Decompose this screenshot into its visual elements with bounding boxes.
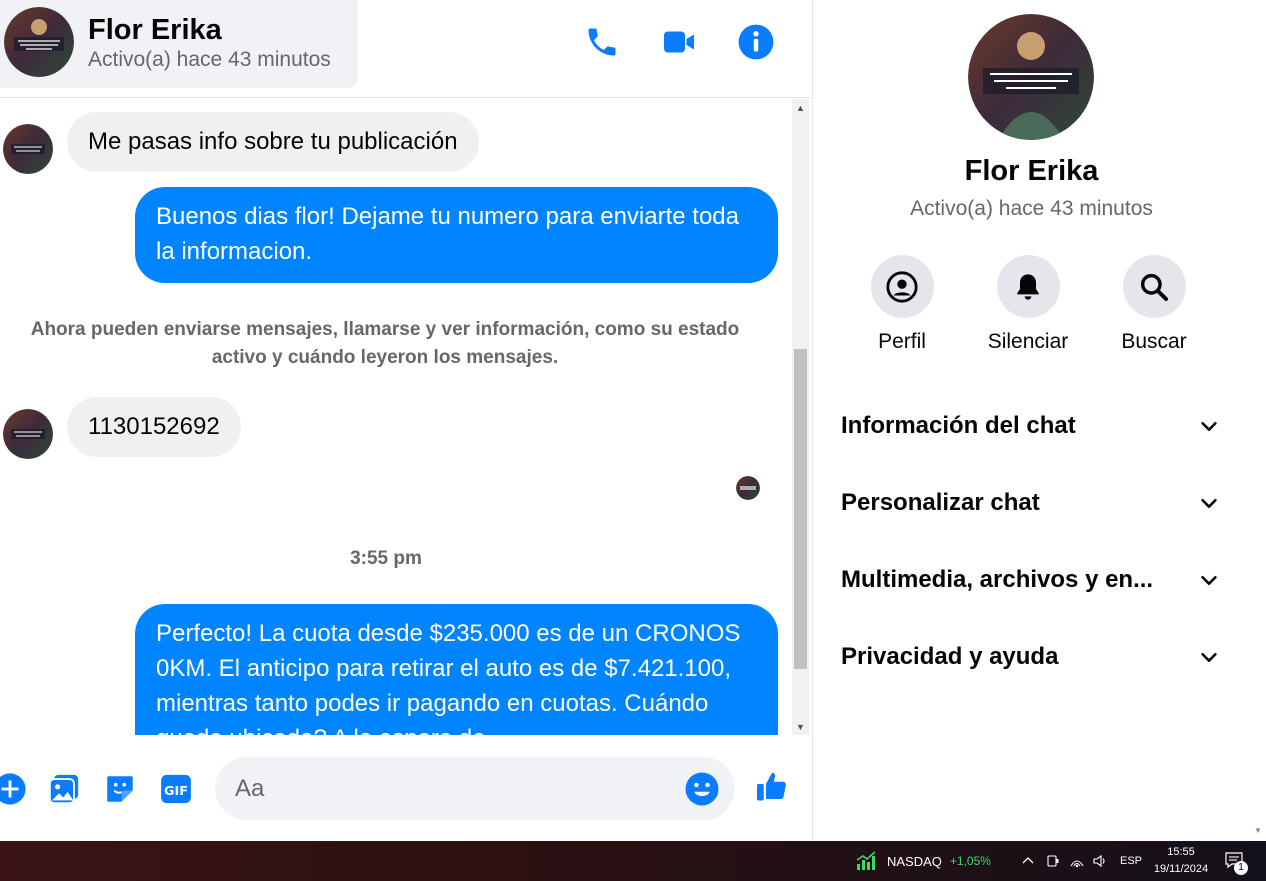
- read-receipt-avatar: [736, 476, 760, 500]
- scroll-down-arrow[interactable]: ▼: [792, 718, 809, 735]
- scroll-thumb[interactable]: [794, 349, 807, 669]
- contact-status: Activo(a) hace 43 minutos: [88, 48, 331, 71]
- chat-info-section[interactable]: Información del chat: [841, 402, 1221, 450]
- stock-name: NASDAQ: [887, 853, 942, 869]
- incoming-message[interactable]: Me pasas info sobre tu publicación: [67, 112, 479, 172]
- clock-time: 15:55: [1167, 846, 1195, 858]
- profile-icon: [886, 270, 918, 303]
- taskbar: NASDAQ +1,05% ESP 15:55 19/11/2024 1: [0, 841, 1266, 881]
- panel-scrollbar[interactable]: [1250, 0, 1266, 841]
- contact-avatar: [4, 7, 74, 77]
- section-label: Multimedia, archivos y en...: [841, 566, 1154, 593]
- clock-date: 19/11/2024: [1153, 863, 1209, 875]
- message-input[interactable]: [215, 757, 735, 820]
- video-icon[interactable]: [659, 22, 699, 62]
- chevron-down-icon: [1197, 414, 1221, 438]
- section-label: Información del chat: [841, 412, 1076, 439]
- bell-icon: [1017, 273, 1039, 300]
- chevron-down-icon: [1197, 645, 1221, 669]
- message-list[interactable]: Me pasas info sobre tu publicación Bueno…: [0, 99, 792, 735]
- incoming-message[interactable]: 1130152692: [67, 397, 241, 457]
- mute-label: Silenciar: [987, 330, 1069, 353]
- outgoing-message[interactable]: Perfecto! La cuota desde $235.000 es de …: [135, 604, 778, 735]
- stock-change: +1,05%: [949, 854, 991, 868]
- profile-name: Flor Erika: [964, 155, 1099, 187]
- scroll-up-arrow[interactable]: ▲: [792, 99, 809, 116]
- chevron-down-icon: [1197, 568, 1221, 592]
- phone-icon[interactable]: [582, 22, 622, 62]
- emoji-icon[interactable]: [684, 771, 720, 807]
- image-icon[interactable]: [46, 771, 82, 807]
- message-composer: GIF: [0, 735, 812, 841]
- section-label: Personalizar chat: [841, 489, 1040, 516]
- like-icon[interactable]: [754, 769, 790, 805]
- customize-chat-section[interactable]: Personalizar chat: [841, 479, 1221, 527]
- chat-header: Flor Erika Activo(a) hace 43 minutos: [0, 0, 812, 98]
- contact-avatar-small: [3, 409, 53, 459]
- panel-scroll-down-arrow[interactable]: ▼: [1254, 826, 1262, 835]
- notification-center[interactable]: 1: [1224, 841, 1248, 881]
- mute-button[interactable]: Silenciar: [973, 255, 1083, 354]
- meeting-icon[interactable]: [1045, 841, 1061, 881]
- search-icon: [1140, 273, 1168, 301]
- language-indicator[interactable]: ESP: [1120, 841, 1142, 881]
- contact-profile-picture: [968, 14, 1094, 140]
- info-icon[interactable]: [736, 22, 776, 62]
- contact-avatar-small: [3, 124, 53, 174]
- network-icon[interactable]: [1069, 841, 1085, 881]
- conversation-info-panel: Flor Erika Activo(a) hace 43 minutos Per…: [813, 0, 1250, 841]
- stock-widget[interactable]: NASDAQ +1,05%: [855, 841, 991, 881]
- sticker-icon[interactable]: [102, 771, 138, 807]
- message-timestamp: 3:55 pm: [350, 548, 422, 569]
- gif-icon[interactable]: GIF: [158, 771, 194, 807]
- stock-chart-icon: [856, 851, 876, 870]
- contact-card[interactable]: Flor Erika Activo(a) hace 43 minutos: [0, 0, 358, 88]
- media-files-section[interactable]: Multimedia, archivos y en...: [841, 556, 1221, 604]
- chevron-down-icon: [1197, 491, 1221, 515]
- profile-status: Activo(a) hace 43 minutos: [910, 197, 1153, 220]
- section-label: Privacidad y ayuda: [841, 643, 1059, 670]
- messages-scrollbar[interactable]: ▲ ▼: [792, 99, 809, 735]
- taskbar-clock[interactable]: 15:55 19/11/2024: [1148, 844, 1214, 878]
- profile-label: Perfil: [878, 330, 926, 353]
- contact-name: Flor Erika: [88, 14, 222, 46]
- profile-button[interactable]: Perfil: [847, 255, 957, 354]
- outgoing-message[interactable]: Buenos dias flor! Dejame tu numero para …: [135, 187, 778, 283]
- system-notice: Ahora pueden enviarse mensajes, llamarse…: [30, 319, 740, 368]
- chevron-up-icon[interactable]: [1021, 841, 1035, 881]
- volume-icon[interactable]: [1092, 841, 1108, 881]
- search-label: Buscar: [1121, 330, 1187, 353]
- svg-text:GIF: GIF: [164, 784, 188, 799]
- privacy-support-section[interactable]: Privacidad y ayuda: [841, 633, 1221, 681]
- plus-icon[interactable]: [0, 771, 28, 807]
- notification-count-badge: 1: [1234, 861, 1248, 875]
- search-button[interactable]: Buscar: [1099, 255, 1209, 354]
